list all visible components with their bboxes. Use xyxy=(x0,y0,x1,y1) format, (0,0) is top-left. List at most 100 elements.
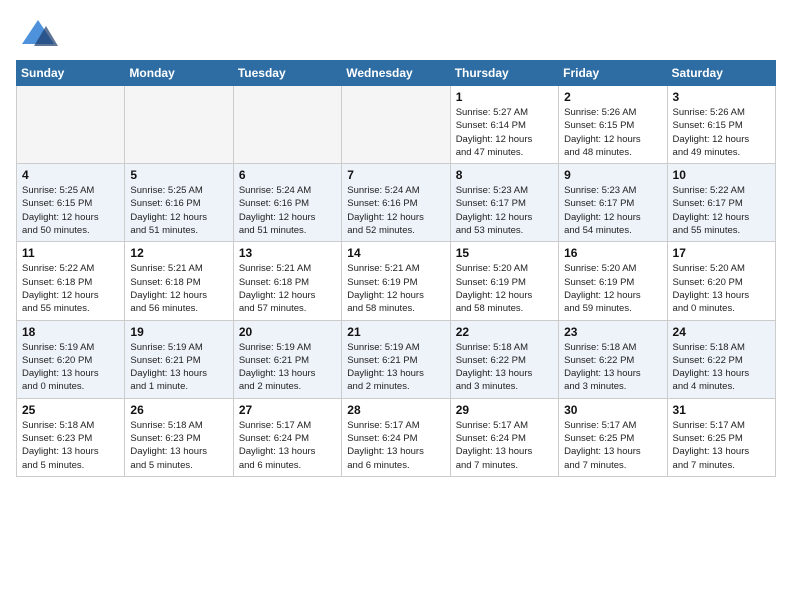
calendar-cell: 8 Sunrise: 5:23 AM Sunset: 6:17 PM Daylig… xyxy=(450,164,558,242)
day-info: Sunrise: 5:18 AM Sunset: 6:22 PM Dayligh… xyxy=(564,341,661,394)
day-header-thursday: Thursday xyxy=(450,61,558,86)
calendar-week-2: 4 Sunrise: 5:25 AM Sunset: 6:15 PM Daylig… xyxy=(17,164,776,242)
day-number: 28 xyxy=(347,403,444,417)
logo xyxy=(16,16,66,52)
day-number: 2 xyxy=(564,90,661,104)
day-header-wednesday: Wednesday xyxy=(342,61,450,86)
calendar-cell: 13Sunrise: 5:21 AM Sunset: 6:18 PM Dayli… xyxy=(233,242,341,320)
day-info: Sunrise: 5:20 AM Sunset: 6:19 PM Dayligh… xyxy=(564,262,661,315)
day-info: Sunrise: 5:21 AM Sunset: 6:18 PM Dayligh… xyxy=(130,262,227,315)
day-number: 21 xyxy=(347,325,444,339)
calendar-cell: 18Sunrise: 5:19 AM Sunset: 6:20 PM Dayli… xyxy=(17,320,125,398)
calendar-table: SundayMondayTuesdayWednesdayThursdayFrid… xyxy=(16,60,776,477)
calendar-cell: 7 Sunrise: 5:24 AM Sunset: 6:16 PM Daylig… xyxy=(342,164,450,242)
calendar-week-4: 18Sunrise: 5:19 AM Sunset: 6:20 PM Dayli… xyxy=(17,320,776,398)
day-info: Sunrise: 5:25 AM Sunset: 6:15 PM Dayligh… xyxy=(22,184,119,237)
day-info: Sunrise: 5:20 AM Sunset: 6:19 PM Dayligh… xyxy=(456,262,553,315)
calendar-cell xyxy=(342,86,450,164)
day-info: Sunrise: 5:18 AM Sunset: 6:23 PM Dayligh… xyxy=(22,419,119,472)
calendar-cell: 26 Sunrise: 5:18 AM Sunset: 6:23 PM Dayli… xyxy=(125,398,233,476)
calendar-cell: 16 Sunrise: 5:20 AM Sunset: 6:19 PM Dayli… xyxy=(559,242,667,320)
day-number: 16 xyxy=(564,246,661,260)
day-info: Sunrise: 5:26 AM Sunset: 6:15 PM Dayligh… xyxy=(673,106,770,159)
day-number: 14 xyxy=(347,246,444,260)
day-info: Sunrise: 5:26 AM Sunset: 6:15 PM Dayligh… xyxy=(564,106,661,159)
calendar-cell: 30 Sunrise: 5:17 AM Sunset: 6:25 PM Dayli… xyxy=(559,398,667,476)
day-info: Sunrise: 5:17 AM Sunset: 6:24 PM Dayligh… xyxy=(239,419,336,472)
day-number: 25 xyxy=(22,403,119,417)
day-number: 23 xyxy=(564,325,661,339)
day-number: 31 xyxy=(673,403,770,417)
day-number: 5 xyxy=(130,168,227,182)
calendar-cell: 2 Sunrise: 5:26 AM Sunset: 6:15 PM Daylig… xyxy=(559,86,667,164)
day-info: Sunrise: 5:23 AM Sunset: 6:17 PM Dayligh… xyxy=(456,184,553,237)
day-number: 11 xyxy=(22,246,119,260)
day-number: 19 xyxy=(130,325,227,339)
day-info: Sunrise: 5:23 AM Sunset: 6:17 PM Dayligh… xyxy=(564,184,661,237)
day-number: 4 xyxy=(22,168,119,182)
day-number: 12 xyxy=(130,246,227,260)
day-info: Sunrise: 5:24 AM Sunset: 6:16 PM Dayligh… xyxy=(347,184,444,237)
calendar-cell: 3 Sunrise: 5:26 AM Sunset: 6:15 PM Daylig… xyxy=(667,86,775,164)
day-info: Sunrise: 5:17 AM Sunset: 6:25 PM Dayligh… xyxy=(564,419,661,472)
day-info: Sunrise: 5:22 AM Sunset: 6:18 PM Dayligh… xyxy=(22,262,119,315)
calendar-header-row: SundayMondayTuesdayWednesdayThursdayFrid… xyxy=(17,61,776,86)
calendar-cell: 20 Sunrise: 5:19 AM Sunset: 6:21 PM Dayli… xyxy=(233,320,341,398)
day-number: 6 xyxy=(239,168,336,182)
calendar-cell: 1 Sunrise: 5:27 AM Sunset: 6:14 PM Daylig… xyxy=(450,86,558,164)
day-number: 22 xyxy=(456,325,553,339)
calendar-cell: 22 Sunrise: 5:18 AM Sunset: 6:22 PM Dayli… xyxy=(450,320,558,398)
calendar-week-3: 11 Sunrise: 5:22 AM Sunset: 6:18 PM Dayli… xyxy=(17,242,776,320)
calendar-cell: 25 Sunrise: 5:18 AM Sunset: 6:23 PM Dayli… xyxy=(17,398,125,476)
day-info: Sunrise: 5:18 AM Sunset: 6:22 PM Dayligh… xyxy=(456,341,553,394)
calendar-cell: 17Sunrise: 5:20 AM Sunset: 6:20 PM Dayli… xyxy=(667,242,775,320)
day-number: 3 xyxy=(673,90,770,104)
calendar-cell: 6 Sunrise: 5:24 AM Sunset: 6:16 PM Daylig… xyxy=(233,164,341,242)
day-number: 15 xyxy=(456,246,553,260)
day-number: 10 xyxy=(673,168,770,182)
calendar-cell: 10 Sunrise: 5:22 AM Sunset: 6:17 PM Dayli… xyxy=(667,164,775,242)
day-header-tuesday: Tuesday xyxy=(233,61,341,86)
day-number: 30 xyxy=(564,403,661,417)
calendar-week-5: 25 Sunrise: 5:18 AM Sunset: 6:23 PM Dayli… xyxy=(17,398,776,476)
calendar-cell: 27 Sunrise: 5:17 AM Sunset: 6:24 PM Dayli… xyxy=(233,398,341,476)
day-number: 8 xyxy=(456,168,553,182)
day-info: Sunrise: 5:22 AM Sunset: 6:17 PM Dayligh… xyxy=(673,184,770,237)
day-info: Sunrise: 5:18 AM Sunset: 6:22 PM Dayligh… xyxy=(673,341,770,394)
day-info: Sunrise: 5:21 AM Sunset: 6:18 PM Dayligh… xyxy=(239,262,336,315)
calendar-cell: 4 Sunrise: 5:25 AM Sunset: 6:15 PM Daylig… xyxy=(17,164,125,242)
calendar-cell: 28 Sunrise: 5:17 AM Sunset: 6:24 PM Dayli… xyxy=(342,398,450,476)
calendar-week-1: 1 Sunrise: 5:27 AM Sunset: 6:14 PM Daylig… xyxy=(17,86,776,164)
day-number: 1 xyxy=(456,90,553,104)
calendar-cell: 24Sunrise: 5:18 AM Sunset: 6:22 PM Dayli… xyxy=(667,320,775,398)
day-info: Sunrise: 5:19 AM Sunset: 6:21 PM Dayligh… xyxy=(239,341,336,394)
calendar-cell: 29 Sunrise: 5:17 AM Sunset: 6:24 PM Dayli… xyxy=(450,398,558,476)
logo-icon xyxy=(16,16,60,52)
day-number: 20 xyxy=(239,325,336,339)
day-header-friday: Friday xyxy=(559,61,667,86)
day-info: Sunrise: 5:17 AM Sunset: 6:24 PM Dayligh… xyxy=(347,419,444,472)
calendar-cell: 23 Sunrise: 5:18 AM Sunset: 6:22 PM Dayli… xyxy=(559,320,667,398)
day-info: Sunrise: 5:19 AM Sunset: 6:21 PM Dayligh… xyxy=(347,341,444,394)
calendar-cell: 11 Sunrise: 5:22 AM Sunset: 6:18 PM Dayli… xyxy=(17,242,125,320)
day-header-saturday: Saturday xyxy=(667,61,775,86)
day-number: 17 xyxy=(673,246,770,260)
day-number: 18 xyxy=(22,325,119,339)
day-number: 7 xyxy=(347,168,444,182)
page-header xyxy=(16,16,776,52)
day-number: 29 xyxy=(456,403,553,417)
day-number: 27 xyxy=(239,403,336,417)
calendar-cell: 15 Sunrise: 5:20 AM Sunset: 6:19 PM Dayli… xyxy=(450,242,558,320)
calendar-cell: 31 Sunrise: 5:17 AM Sunset: 6:25 PM Dayli… xyxy=(667,398,775,476)
day-number: 26 xyxy=(130,403,227,417)
day-info: Sunrise: 5:17 AM Sunset: 6:25 PM Dayligh… xyxy=(673,419,770,472)
calendar-cell xyxy=(233,86,341,164)
day-info: Sunrise: 5:18 AM Sunset: 6:23 PM Dayligh… xyxy=(130,419,227,472)
calendar-cell xyxy=(17,86,125,164)
day-info: Sunrise: 5:25 AM Sunset: 6:16 PM Dayligh… xyxy=(130,184,227,237)
calendar-cell: 5 Sunrise: 5:25 AM Sunset: 6:16 PM Daylig… xyxy=(125,164,233,242)
day-info: Sunrise: 5:17 AM Sunset: 6:24 PM Dayligh… xyxy=(456,419,553,472)
day-info: Sunrise: 5:24 AM Sunset: 6:16 PM Dayligh… xyxy=(239,184,336,237)
day-info: Sunrise: 5:27 AM Sunset: 6:14 PM Dayligh… xyxy=(456,106,553,159)
calendar-cell: 9Sunrise: 5:23 AM Sunset: 6:17 PM Daylig… xyxy=(559,164,667,242)
